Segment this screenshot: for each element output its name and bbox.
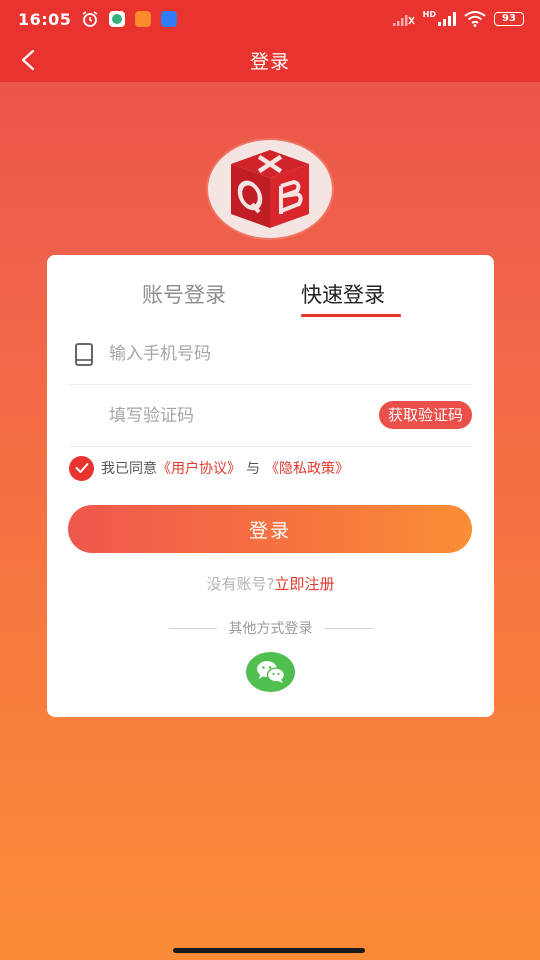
tab-account-login[interactable]: 账号登录 xyxy=(142,277,226,317)
divider-line-left xyxy=(168,627,217,629)
login-tabs: 账号登录 快速登录 xyxy=(47,277,494,327)
get-code-button[interactable]: 获取验证码 xyxy=(378,401,472,429)
status-right: HD 93 xyxy=(392,9,524,27)
register-link[interactable]: 立即注册 xyxy=(274,575,334,593)
agreement-prefix: 我已同意 xyxy=(101,461,157,477)
privacy-policy-link[interactable]: 《隐私政策》 xyxy=(265,458,349,478)
nav-bar: 登录 xyxy=(0,38,540,82)
verification-code-input[interactable] xyxy=(109,400,359,432)
tab-quick-login[interactable]: 快速登录 xyxy=(301,277,385,317)
code-field: 获取验证码 xyxy=(69,387,472,447)
agreement-checkbox[interactable] xyxy=(69,455,94,481)
phone-field xyxy=(69,325,472,385)
agreement-row: 我已同意 《用户协议》 与 《隐私政策》 xyxy=(69,455,349,481)
active-tab-indicator xyxy=(301,314,401,317)
other-login-label: 其他方式登录 xyxy=(228,621,313,637)
battery-indicator: 93 xyxy=(494,12,524,26)
phone-input[interactable] xyxy=(109,338,359,370)
page-title: 登录 xyxy=(249,50,290,73)
divider-line-right xyxy=(324,627,373,629)
alarm-icon xyxy=(82,11,98,27)
network-label: HD xyxy=(422,9,436,19)
user-agreement-link[interactable]: 《用户协议》 xyxy=(157,458,241,478)
register-row: 没有账号?立即注册 xyxy=(47,573,494,594)
login-button[interactable]: 登录 xyxy=(68,505,472,553)
register-hint: 没有账号? xyxy=(206,575,275,593)
phone-icon xyxy=(75,343,93,366)
status-left: 16:05 xyxy=(18,9,178,29)
wifi-icon xyxy=(464,11,486,27)
back-button[interactable] xyxy=(10,42,46,78)
login-card: 账号登录 快速登录 获取验证码 我已同意 《用户协议》 与 《隐私政策》 登录 … xyxy=(47,255,494,717)
status-time: 16:05 xyxy=(18,9,72,29)
app-notification-icon xyxy=(109,11,126,27)
cube-logo-icon xyxy=(231,150,309,228)
signal-icon xyxy=(392,15,415,26)
wechat-login-button[interactable] xyxy=(246,652,295,692)
wechat-icon xyxy=(256,661,285,683)
message-app-icon xyxy=(161,11,178,27)
cell-signal-icon xyxy=(438,12,456,26)
app-logo xyxy=(208,140,332,238)
other-login-divider: 其他方式登录 xyxy=(47,618,494,638)
checkmark-icon xyxy=(75,463,88,473)
home-indicator[interactable] xyxy=(173,948,365,953)
shopping-app-icon xyxy=(135,11,152,27)
status-bar: 16:05 HD 93 xyxy=(0,0,540,38)
agreement-and: 与 xyxy=(246,461,260,477)
chevron-left-icon xyxy=(21,49,35,71)
